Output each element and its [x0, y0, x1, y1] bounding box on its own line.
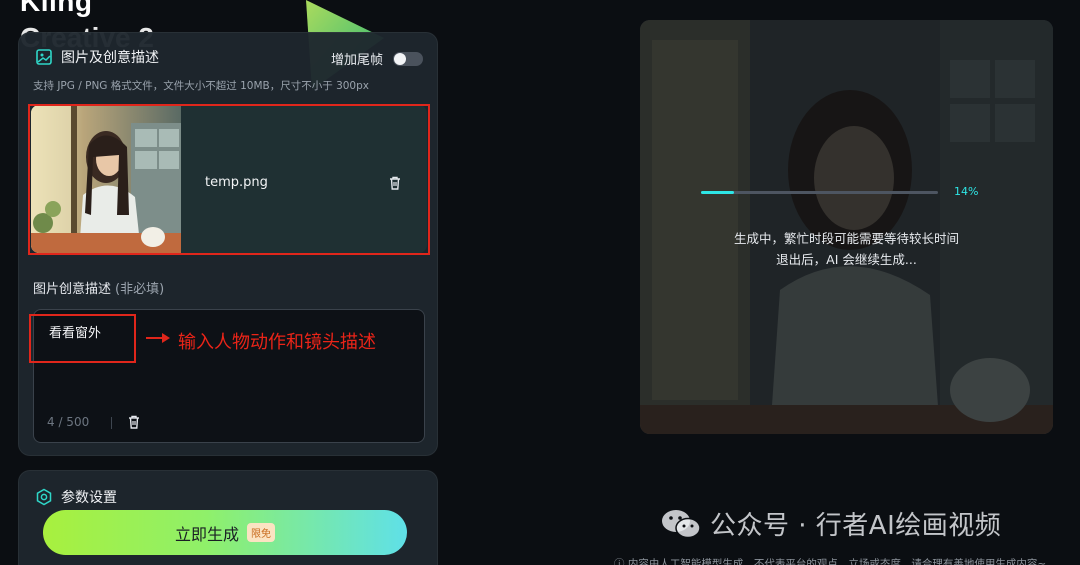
annotation-arrow-icon — [146, 333, 170, 343]
switch-knob — [394, 52, 406, 65]
tail-frame-switch[interactable] — [393, 51, 423, 66]
image-icon — [36, 49, 52, 65]
panel-title: 图片及创意描述 — [61, 50, 159, 66]
generation-progress-bar — [701, 191, 938, 194]
description-label: 图片创意描述 (非必填) — [33, 278, 164, 297]
watermark-text: 公众号 · 行者AI绘画视频 — [710, 511, 1002, 541]
free-badge: 限免 — [247, 523, 275, 542]
tail-frame-toggle-group: 增加尾帧 — [331, 49, 423, 68]
bg-title: Kling — [20, 0, 93, 17]
character-counter: 4 / 500 — [47, 415, 90, 429]
status-line-2: 退出后，AI 会继续生成... — [776, 252, 917, 267]
params-header: 参数设置 — [35, 487, 117, 507]
clear-description-trash-icon[interactable] — [126, 414, 142, 430]
params-title: 参数设置 — [61, 490, 117, 506]
generate-button-label: 立即生成 — [174, 524, 239, 544]
annotation-box-upload — [28, 104, 430, 255]
counter-divider — [111, 417, 112, 429]
generate-button[interactable]: 立即生成 限免 — [43, 510, 407, 555]
annotation-text: 输入人物动作和镜头描述 — [178, 332, 376, 353]
watermark: 公众号 · 行者AI绘画视频 — [660, 505, 1001, 542]
progress-percent: 14% — [954, 185, 979, 198]
tail-frame-label: 增加尾帧 — [330, 53, 383, 68]
panel-header: 图片及创意描述 — [35, 47, 159, 67]
wechat-icon — [662, 509, 701, 538]
footer-disclaimer: ⓘ 内容由人工智能模型生成，不代表平台的观点、立场或态度，请合理有善地使用生成内… — [614, 558, 1047, 565]
preview-panel: 14% 生成中，繁忙时段可能需要等待较长时间 退出后，AI 会继续生成... — [640, 20, 1053, 434]
hexagon-settings-icon — [36, 488, 52, 506]
status-line-1: 生成中，繁忙时段可能需要等待较长时间 — [733, 231, 959, 246]
preview-background-image — [640, 20, 1053, 434]
description-label-text: 图片创意描述 — [33, 282, 112, 297]
progress-fill — [701, 191, 735, 194]
annotation-box-description — [29, 314, 136, 363]
upload-hint: 支持 JPG / PNG 格式文件，文件大小不超过 10MB，尺寸不小于 300… — [33, 80, 369, 92]
description-optional: (非必填) — [115, 282, 165, 297]
